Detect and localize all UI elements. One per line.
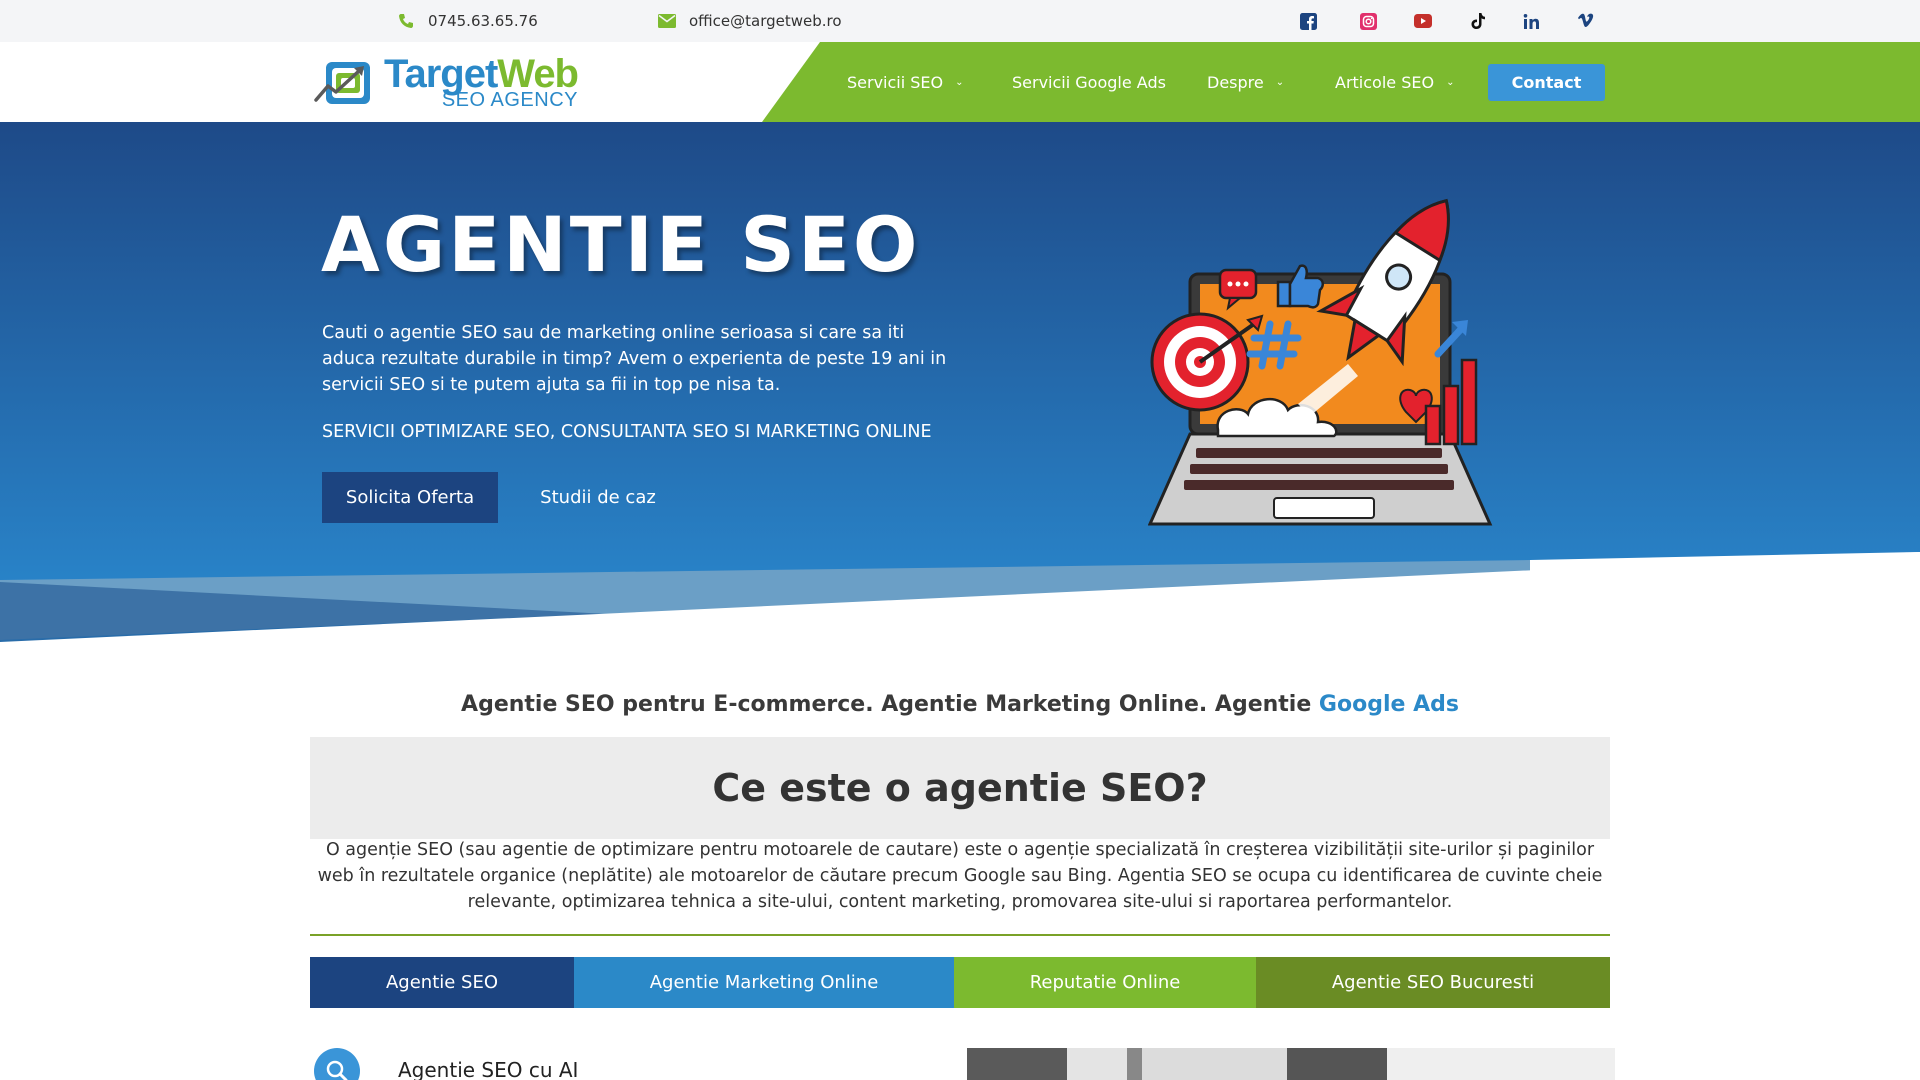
ai-search-icon	[314, 1048, 360, 1080]
nav-despre[interactable]: Despre ⌄	[1207, 42, 1284, 122]
phone-contact[interactable]: 0745.63.65.76	[396, 0, 538, 42]
nav-label: Despre	[1207, 72, 1264, 92]
nav-label: Servicii Google Ads	[1012, 72, 1166, 92]
tab-agentie-seo[interactable]: Agentie SEO	[310, 957, 574, 1008]
nav-servicii-google-ads[interactable]: Servicii Google Ads	[1012, 42, 1166, 122]
hero-description: Cauti o agentie SEO sau de marketing onl…	[322, 323, 947, 395]
instagram-icon[interactable]	[1359, 12, 1377, 30]
nav-label: Servicii SEO	[847, 72, 944, 92]
section-header-box: Ce este o agentie SEO?	[310, 737, 1610, 839]
site-header: TargetWeb SEO AGENCY Servicii SEO ⌄ Serv…	[0, 42, 1920, 122]
email-contact[interactable]: office@targetweb.ro	[657, 0, 842, 42]
email-address[interactable]: office@targetweb.ro	[689, 12, 842, 30]
chevron-down-icon: ⌄	[1446, 76, 1455, 88]
phone-icon	[396, 11, 416, 31]
google-ads-link[interactable]: Google Ads	[1319, 692, 1459, 717]
linkedin-icon[interactable]	[1522, 12, 1540, 30]
feature-title: Agentie SEO cu AI	[398, 1058, 579, 1080]
tiktok-icon[interactable]	[1469, 12, 1487, 30]
phone-number[interactable]: 0745.63.65.76	[428, 12, 538, 30]
page-subtitle: Agentie SEO pentru E-commerce. Agentie M…	[310, 692, 1610, 717]
tab-agentie-marketing-online[interactable]: Agentie Marketing Online	[574, 957, 954, 1008]
nav-label: Articole SEO	[1335, 72, 1435, 92]
contact-button[interactable]: Contact	[1488, 64, 1605, 101]
nav-articole-seo[interactable]: Articole SEO ⌄	[1335, 42, 1454, 122]
hero-services-line: SERVICII OPTIMIZARE SEO, CONSULTANTA SEO…	[322, 422, 932, 442]
hero-title: AGENTIE SEO	[321, 200, 921, 289]
divider	[310, 934, 1610, 936]
top-bar: 0745.63.65.76 office@targetweb.ro	[0, 0, 1920, 42]
tab-reputatie-online[interactable]: Reputatie Online	[954, 957, 1256, 1008]
feature-image	[967, 1048, 1615, 1080]
solicita-oferta-button[interactable]: Solicita Oferta	[322, 472, 498, 523]
vimeo-icon[interactable]	[1577, 12, 1595, 30]
section-paragraph: O agenție SEO (sau agentie de optimizare…	[317, 840, 1603, 912]
chevron-down-icon: ⌄	[955, 76, 964, 88]
rocket-laptop-illustration	[1148, 198, 1493, 526]
tab-agentie-seo-bucuresti[interactable]: Agentie SEO Bucuresti	[1256, 957, 1610, 1008]
nav-servicii-seo[interactable]: Servicii SEO ⌄	[847, 42, 964, 122]
tab-bar: Agentie SEO Agentie Marketing Online Rep…	[310, 957, 1610, 1008]
section-title: Ce este o agentie SEO?	[712, 766, 1208, 810]
subtitle-text: Agentie SEO pentru E-commerce. Agentie M…	[461, 692, 1319, 717]
logo-target-icon	[314, 62, 370, 104]
youtube-icon[interactable]	[1414, 12, 1432, 30]
site-logo[interactable]: TargetWeb SEO AGENCY	[314, 54, 584, 110]
chevron-down-icon: ⌄	[1275, 76, 1285, 88]
facebook-icon[interactable]	[1299, 12, 1317, 30]
hero-section: AGENTIE SEO Cauti o agentie SEO sau de m…	[0, 122, 1920, 642]
envelope-icon	[657, 11, 677, 31]
studii-de-caz-button[interactable]: Studii de caz	[520, 472, 676, 523]
